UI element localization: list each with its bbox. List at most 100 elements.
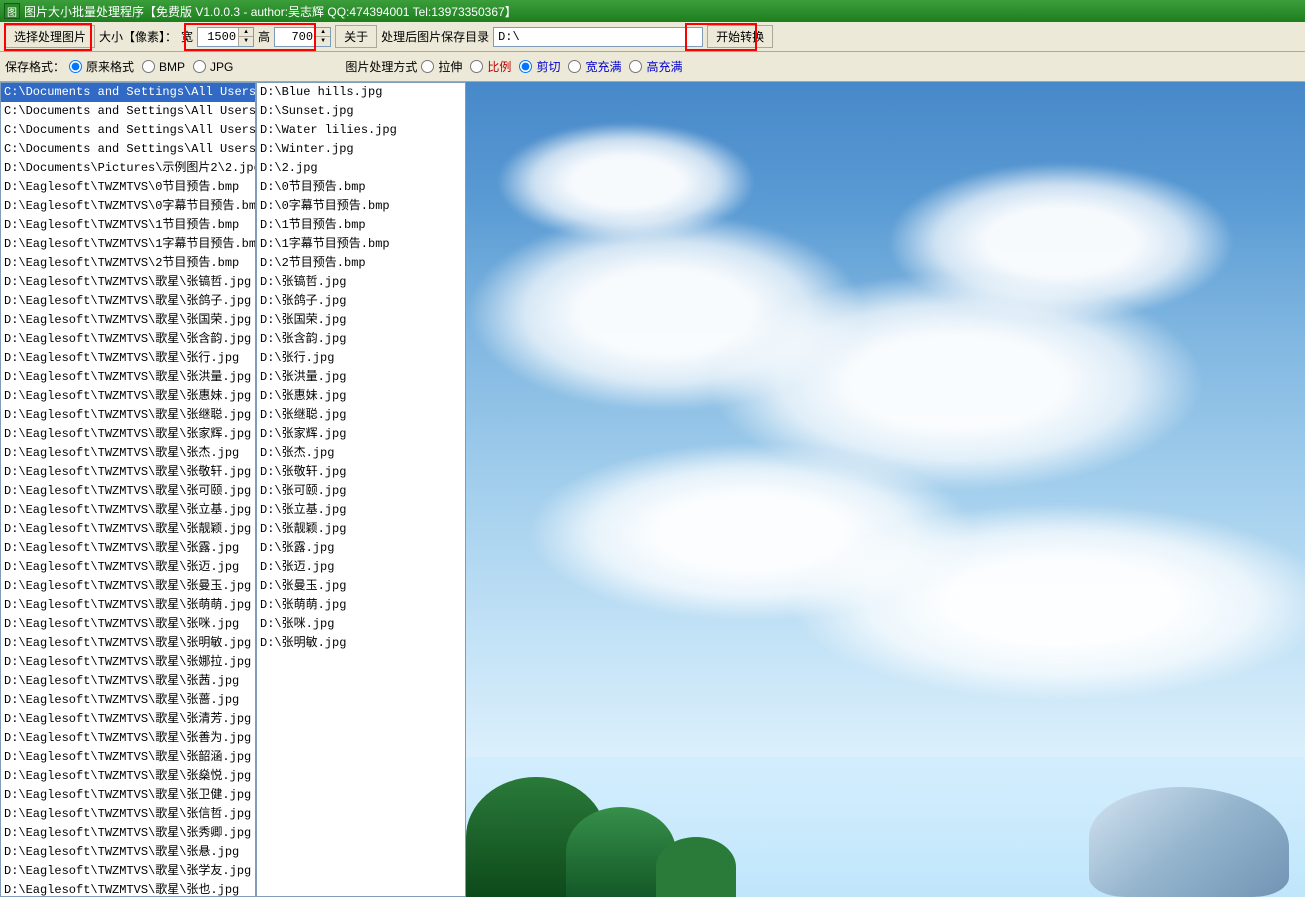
list-item[interactable]: D:\Eaglesoft\TWZMTVS\1节目预告.bmp xyxy=(1,216,255,235)
list-item[interactable]: D:\Eaglesoft\TWZMTVS\歌星\张立基.jpg xyxy=(1,501,255,520)
list-item[interactable]: C:\Documents and Settings\All Users.WINI xyxy=(1,83,255,102)
list-item[interactable]: D:\Eaglesoft\TWZMTVS\歌星\张信哲.jpg xyxy=(1,805,255,824)
list-item[interactable]: D:\Eaglesoft\TWZMTVS\歌星\张茜.jpg xyxy=(1,672,255,691)
start-convert-button[interactable]: 开始转换 xyxy=(707,25,773,48)
list-item[interactable]: D:\Eaglesoft\TWZMTVS\1字幕节目预告.bmp xyxy=(1,235,255,254)
list-item[interactable]: D:\Eaglesoft\TWZMTVS\歌星\张萌萌.jpg xyxy=(1,596,255,615)
list-item[interactable]: D:\Eaglesoft\TWZMTVS\歌星\张善为.jpg xyxy=(1,729,255,748)
width-spinner[interactable]: ▲ ▼ xyxy=(197,27,254,47)
list-item[interactable]: D:\张镐哲.jpg xyxy=(257,273,465,292)
height-input[interactable] xyxy=(275,28,315,46)
list-item[interactable]: D:\张咪.jpg xyxy=(257,615,465,634)
about-button[interactable]: 关于 xyxy=(335,25,377,48)
list-item[interactable]: D:\张可颐.jpg xyxy=(257,482,465,501)
list-item[interactable]: D:\Eaglesoft\TWZMTVS\歌星\张含韵.jpg xyxy=(1,330,255,349)
list-item[interactable]: D:\Eaglesoft\TWZMTVS\0字幕节目预告.bmp xyxy=(1,197,255,216)
list-item[interactable]: D:\张家辉.jpg xyxy=(257,425,465,444)
list-item[interactable]: D:\Eaglesoft\TWZMTVS\歌星\张家辉.jpg xyxy=(1,425,255,444)
list-item[interactable]: D:\张洪量.jpg xyxy=(257,368,465,387)
width-down-icon[interactable]: ▼ xyxy=(239,37,253,46)
list-item[interactable]: D:\Sunset.jpg xyxy=(257,102,465,121)
list-item[interactable]: D:\Winter.jpg xyxy=(257,140,465,159)
list-item[interactable]: D:\张迈.jpg xyxy=(257,558,465,577)
list-item[interactable]: D:\张含韵.jpg xyxy=(257,330,465,349)
list-item[interactable]: D:\Eaglesoft\TWZMTVS\歌星\张明敏.jpg xyxy=(1,634,255,653)
list-item[interactable]: D:\张行.jpg xyxy=(257,349,465,368)
list-item[interactable]: D:\Eaglesoft\TWZMTVS\歌星\张清芳.jpg xyxy=(1,710,255,729)
list-item[interactable]: D:\Eaglesoft\TWZMTVS\歌星\张悬.jpg xyxy=(1,843,255,862)
list-item[interactable]: D:\Eaglesoft\TWZMTVS\歌星\张露.jpg xyxy=(1,539,255,558)
list-item[interactable]: D:\Eaglesoft\TWZMTVS\歌星\张蔷.jpg xyxy=(1,691,255,710)
list-item[interactable]: D:\张杰.jpg xyxy=(257,444,465,463)
select-images-button[interactable]: 选择处理图片 xyxy=(5,25,95,48)
list-item[interactable]: D:\Eaglesoft\TWZMTVS\歌星\张行.jpg xyxy=(1,349,255,368)
list-item[interactable]: D:\Eaglesoft\TWZMTVS\歌星\张杰.jpg xyxy=(1,444,255,463)
list-item[interactable]: D:\Eaglesoft\TWZMTVS\歌星\张敬轩.jpg xyxy=(1,463,255,482)
list-item[interactable]: D:\Eaglesoft\TWZMTVS\歌星\张迈.jpg xyxy=(1,558,255,577)
list-item[interactable]: D:\Eaglesoft\TWZMTVS\歌星\张惠妹.jpg xyxy=(1,387,255,406)
list-item[interactable]: D:\张立基.jpg xyxy=(257,501,465,520)
main-content: C:\Documents and Settings\All Users.WINI… xyxy=(0,82,1305,897)
list-item[interactable]: D:\Eaglesoft\TWZMTVS\歌星\张曼玉.jpg xyxy=(1,577,255,596)
list-item[interactable]: D:\张明敏.jpg xyxy=(257,634,465,653)
list-item[interactable]: D:\0节目预告.bmp xyxy=(257,178,465,197)
list-item[interactable]: D:\Documents\Pictures\示例图片2\2.jpg xyxy=(1,159,255,178)
process-hfull-radio[interactable]: 高充满 xyxy=(629,58,682,75)
list-item[interactable]: D:\Eaglesoft\TWZMTVS\歌星\张镐哲.jpg xyxy=(1,273,255,292)
format-original-radio[interactable]: 原来格式 xyxy=(69,58,134,75)
list-item[interactable]: D:\2节目预告.bmp xyxy=(257,254,465,273)
list-item[interactable]: D:\Eaglesoft\TWZMTVS\2节目预告.bmp xyxy=(1,254,255,273)
list-item[interactable]: D:\张露.jpg xyxy=(257,539,465,558)
height-down-icon[interactable]: ▼ xyxy=(316,37,330,46)
list-item[interactable]: D:\Eaglesoft\TWZMTVS\歌星\张可颐.jpg xyxy=(1,482,255,501)
list-item[interactable]: C:\Documents and Settings\All Users.WINI xyxy=(1,102,255,121)
list-item[interactable]: D:\张鸽子.jpg xyxy=(257,292,465,311)
list-item[interactable]: D:\Eaglesoft\TWZMTVS\歌星\张韶涵.jpg xyxy=(1,748,255,767)
list-item[interactable]: D:\张敬轩.jpg xyxy=(257,463,465,482)
list-item[interactable]: D:\Eaglesoft\TWZMTVS\歌星\张燊悦.jpg xyxy=(1,767,255,786)
list-item[interactable]: D:\Eaglesoft\TWZMTVS\歌星\张靓颖.jpg xyxy=(1,520,255,539)
format-jpg-radio[interactable]: JPG xyxy=(193,60,233,74)
height-up-icon[interactable]: ▲ xyxy=(316,28,330,38)
list-item[interactable]: D:\Eaglesoft\TWZMTVS\歌星\张学友.jpg xyxy=(1,862,255,881)
list-item[interactable]: D:\1节目预告.bmp xyxy=(257,216,465,235)
process-stretch-radio[interactable]: 拉伸 xyxy=(421,58,462,75)
list-item[interactable]: D:\Eaglesoft\TWZMTVS\歌星\张也.jpg xyxy=(1,881,255,897)
list-item[interactable]: D:\Eaglesoft\TWZMTVS\歌星\张娜拉.jpg xyxy=(1,653,255,672)
width-up-icon[interactable]: ▲ xyxy=(239,28,253,38)
list-item[interactable]: D:\Eaglesoft\TWZMTVS\0节目预告.bmp xyxy=(1,178,255,197)
list-item[interactable]: C:\Documents and Settings\All Users.WINI xyxy=(1,140,255,159)
list-item[interactable]: D:\Eaglesoft\TWZMTVS\歌星\张继聪.jpg xyxy=(1,406,255,425)
save-dir-input[interactable] xyxy=(493,27,703,47)
height-spinner[interactable]: ▲ ▼ xyxy=(274,27,331,47)
list-item[interactable]: D:\张萌萌.jpg xyxy=(257,596,465,615)
format-original-label: 原来格式 xyxy=(86,58,134,75)
size-label: 大小【像素】： xyxy=(99,28,177,45)
process-ratio-radio[interactable]: 比例 xyxy=(470,58,511,75)
list-item[interactable]: D:\Eaglesoft\TWZMTVS\歌星\张国荣.jpg xyxy=(1,311,255,330)
list-item[interactable]: D:\张靓颖.jpg xyxy=(257,520,465,539)
list-item[interactable]: D:\Eaglesoft\TWZMTVS\歌星\张卫健.jpg xyxy=(1,786,255,805)
list-item[interactable]: D:\Eaglesoft\TWZMTVS\歌星\张洪量.jpg xyxy=(1,368,255,387)
list-item[interactable]: D:\张惠妹.jpg xyxy=(257,387,465,406)
image-preview xyxy=(466,82,1305,897)
list-item[interactable]: D:\张曼玉.jpg xyxy=(257,577,465,596)
list-item[interactable]: D:\0字幕节目预告.bmp xyxy=(257,197,465,216)
destination-file-list[interactable]: D:\Blue hills.jpgD:\Sunset.jpgD:\Water l… xyxy=(256,82,466,897)
list-item[interactable]: D:\Water lilies.jpg xyxy=(257,121,465,140)
list-item[interactable]: D:\张继聪.jpg xyxy=(257,406,465,425)
titlebar: 图 图片大小批量处理程序【免费版 V1.0.0.3 - author:吴志辉 Q… xyxy=(0,0,1305,22)
list-item[interactable]: D:\Blue hills.jpg xyxy=(257,83,465,102)
format-bmp-radio[interactable]: BMP xyxy=(142,60,185,74)
list-item[interactable]: D:\1字幕节目预告.bmp xyxy=(257,235,465,254)
process-wfull-radio[interactable]: 宽充满 xyxy=(568,58,621,75)
list-item[interactable]: D:\张国荣.jpg xyxy=(257,311,465,330)
list-item[interactable]: D:\Eaglesoft\TWZMTVS\歌星\张咪.jpg xyxy=(1,615,255,634)
width-input[interactable] xyxy=(198,28,238,46)
source-file-list[interactable]: C:\Documents and Settings\All Users.WINI… xyxy=(0,82,256,897)
list-item[interactable]: D:\Eaglesoft\TWZMTVS\歌星\张鸽子.jpg xyxy=(1,292,255,311)
list-item[interactable]: D:\2.jpg xyxy=(257,159,465,178)
process-crop-radio[interactable]: 剪切 xyxy=(519,58,560,75)
list-item[interactable]: C:\Documents and Settings\All Users.WINI xyxy=(1,121,255,140)
list-item[interactable]: D:\Eaglesoft\TWZMTVS\歌星\张秀卿.jpg xyxy=(1,824,255,843)
